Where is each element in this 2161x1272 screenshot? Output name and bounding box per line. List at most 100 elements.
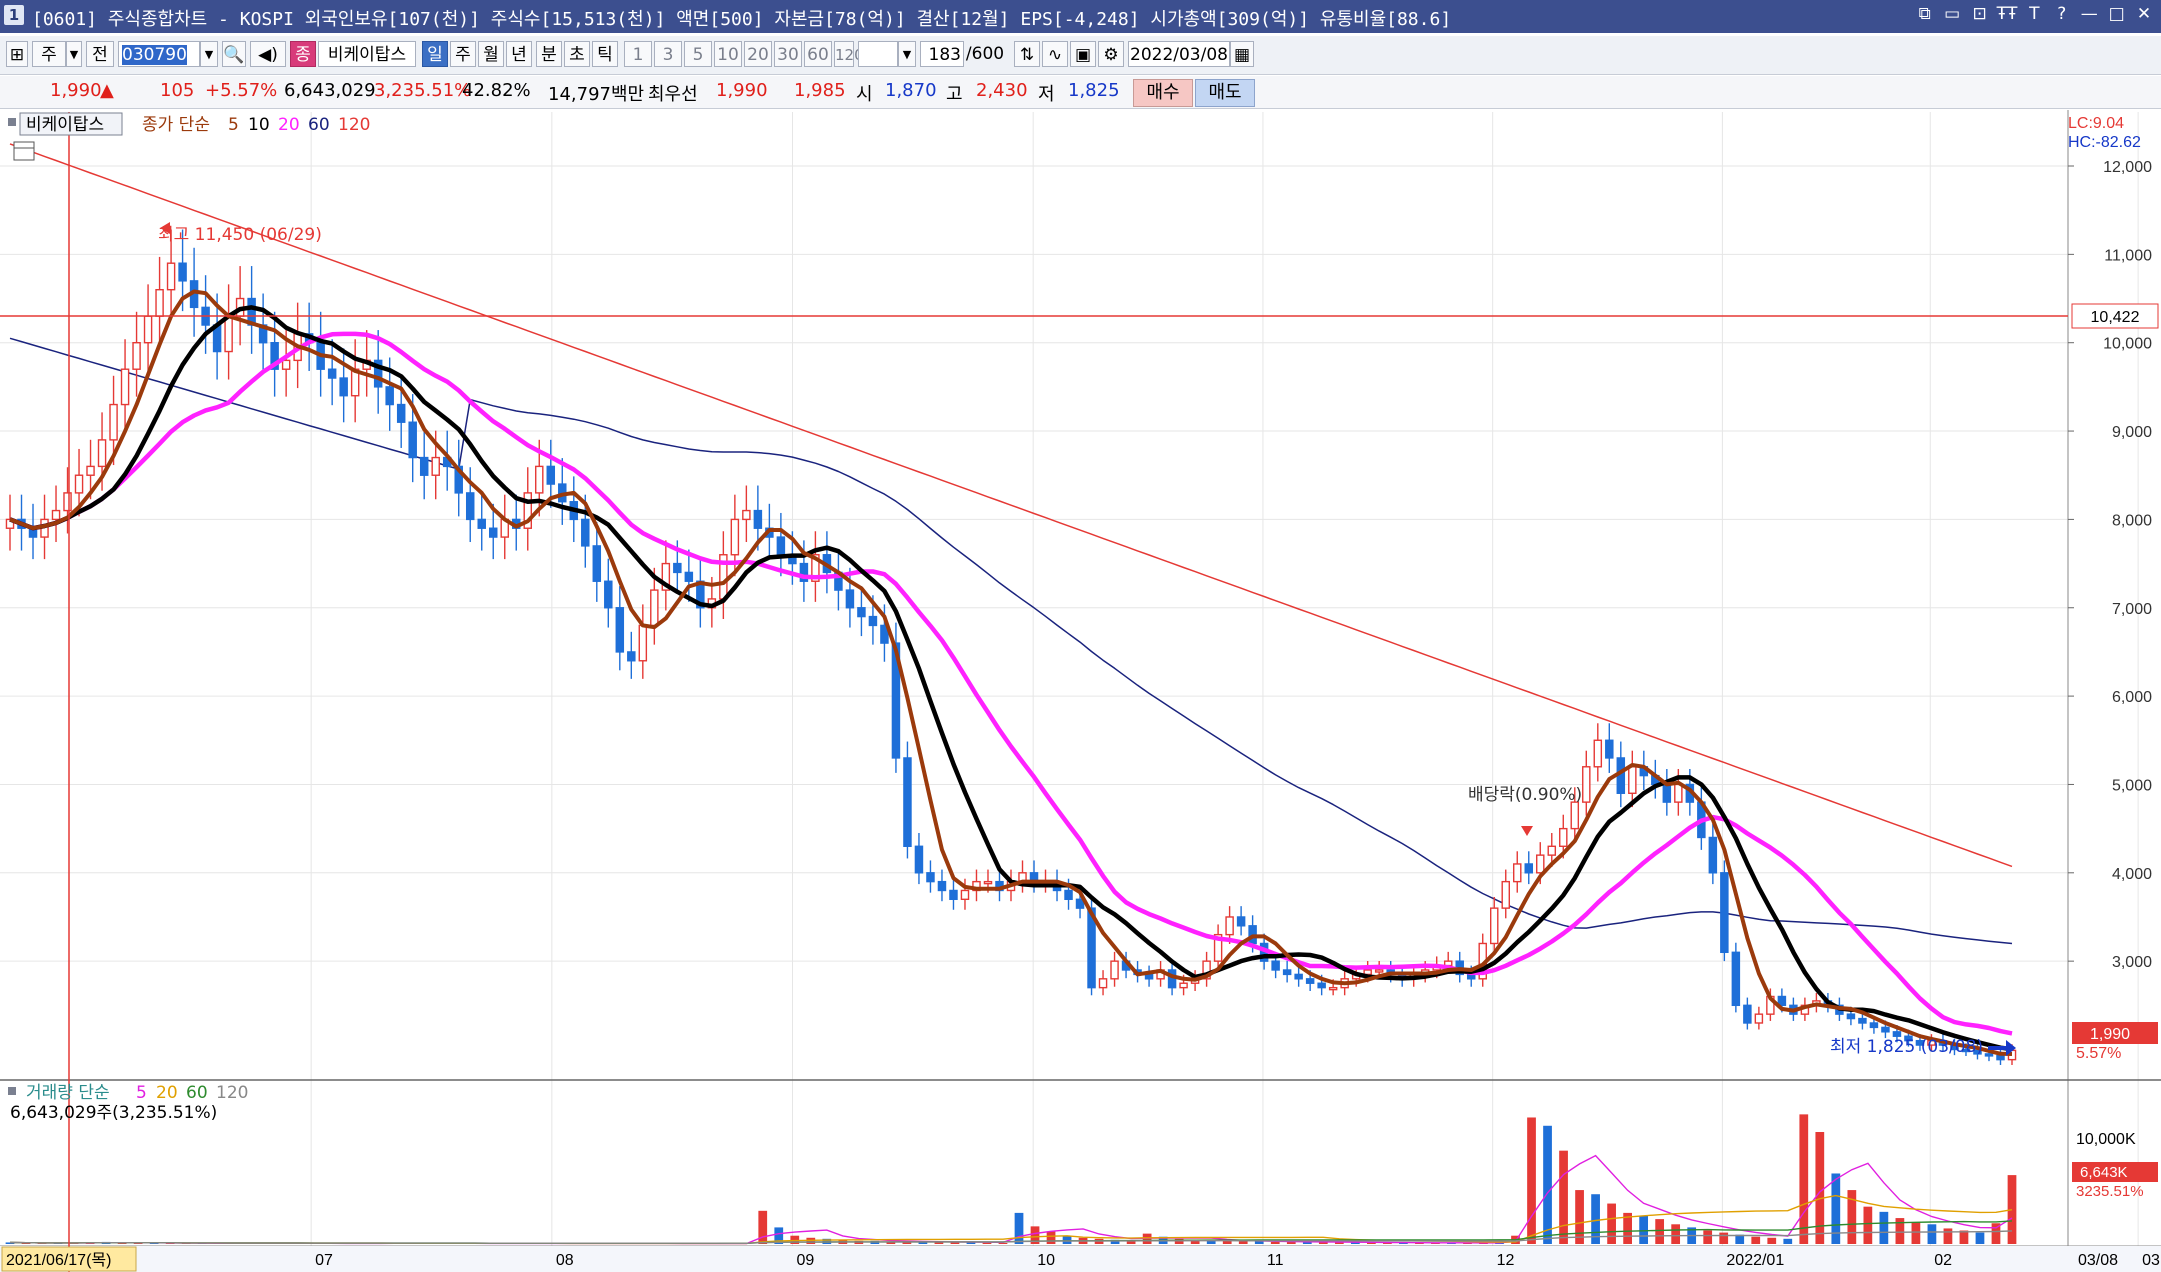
candle-down (581, 518, 590, 547)
legend-ma5: 5 (228, 115, 239, 135)
speaker-icon[interactable]: ◀) (250, 41, 286, 67)
candle-up (535, 465, 544, 494)
candle-down (776, 536, 786, 556)
candle-down (339, 377, 348, 397)
indicator-icon[interactable]: ⇅ (1014, 41, 1040, 67)
month-tick-label: 12 (1497, 1252, 1515, 1269)
minimize-button[interactable]: — (2078, 4, 2100, 24)
tab-minute[interactable]: 분 (536, 41, 562, 67)
candle-down (684, 571, 694, 582)
candle-down (178, 262, 187, 282)
priority-label: 최우선 (648, 84, 698, 105)
candle-up (650, 589, 659, 627)
layout-icon[interactable]: ⊞ (6, 41, 28, 67)
buy-button[interactable]: 매수 (1133, 79, 1193, 107)
volume-panel-menu-icon[interactable] (8, 1087, 16, 1095)
volume-bar (1863, 1206, 1873, 1244)
legend-vma5: 5 (136, 1083, 147, 1103)
minute-1[interactable]: 1 (624, 41, 652, 67)
period-dropdown-icon[interactable]: ▼ (66, 41, 82, 67)
candle-up (431, 456, 440, 476)
candle-down (1144, 973, 1154, 980)
count-display[interactable]: 183 (920, 41, 964, 67)
code-dropdown-icon[interactable]: ▼ (200, 41, 218, 67)
period-selector[interactable]: 주 (32, 41, 66, 67)
month-tick-label: 2022/01 (1726, 1252, 1784, 1269)
candle-down (1996, 1054, 2005, 1061)
candle-up (97, 439, 107, 468)
candle-down (604, 580, 613, 609)
volume-bar (1575, 1190, 1584, 1244)
candle-down (615, 607, 625, 653)
stock-code-input[interactable]: 030790 (118, 41, 200, 67)
minute-20[interactable]: 20 (744, 41, 772, 67)
help-icon[interactable]: ? (2051, 4, 2073, 24)
volume-bar (1927, 1224, 1937, 1244)
trade-amount: 14,797백만 (548, 84, 645, 105)
trend-tool-icon[interactable]: ∿ (1042, 41, 1068, 67)
candle-down (1662, 783, 1672, 803)
tab-second[interactable]: 초 (564, 41, 590, 67)
volume-bar (1911, 1222, 1921, 1244)
stock-name-field[interactable]: 비케이탑스 (318, 41, 416, 67)
minute-30[interactable]: 30 (774, 41, 802, 67)
candle-up (1628, 766, 1637, 794)
tab-daily[interactable]: 일 (422, 41, 448, 67)
table-view-icon[interactable] (13, 141, 35, 161)
close-button[interactable]: ✕ (2133, 4, 2155, 24)
tab-tick[interactable]: 틱 (592, 41, 618, 67)
minute-60[interactable]: 60 (804, 41, 832, 67)
month-tick-label: 02 (1934, 1252, 1952, 1269)
candle-down (327, 368, 337, 379)
screen-copy-icon[interactable]: ⊡ (1969, 4, 1991, 24)
candle-down (1720, 872, 1729, 954)
minute-5[interactable]: 5 (684, 41, 712, 67)
volume-bar (1238, 1241, 1248, 1244)
custom-period-input[interactable] (858, 41, 898, 67)
candle-down (1605, 739, 1614, 759)
save-icon[interactable]: ▣ (1070, 41, 1096, 67)
tab-monthly[interactable]: 월 (478, 41, 504, 67)
volume-bar (1543, 1125, 1552, 1244)
candle-up (1501, 880, 1510, 909)
prev-button[interactable]: 전 (86, 41, 114, 67)
stock-chart[interactable]: 3,000 4,000 5,000 6,000 7,000 8,000 9,000 10,00… (0, 110, 2161, 1272)
window-title: [0601] 주식종합차트 - KOSPI 외국인보유[107(천)] 주식수[… (32, 9, 1452, 30)
calendar-icon[interactable]: ▦ (1230, 41, 1254, 67)
maximize-button[interactable]: □ (2106, 4, 2128, 24)
search-icon[interactable]: 🔍 (222, 41, 246, 67)
settings-gear-icon[interactable]: ⚙ (1098, 41, 1124, 67)
candle-down (949, 889, 958, 901)
candle-down (546, 465, 556, 485)
current-price-tag: 1,990 (2090, 1026, 2130, 1043)
candle-up (166, 262, 176, 291)
high-marker: 최고 11,450 (06/29) (158, 225, 322, 245)
volume-bar (1751, 1236, 1761, 1244)
minute-120[interactable]: 120 (834, 41, 864, 67)
current-percent-tag: 5.57% (2076, 1045, 2121, 1062)
link-window-icon[interactable]: ⧉ (1914, 4, 1936, 24)
price-change: 105 (160, 80, 195, 101)
volume-bar (1767, 1237, 1777, 1244)
sell-button[interactable]: 매도 (1195, 79, 1255, 107)
tab-yearly[interactable]: 년 (506, 41, 532, 67)
panel-menu-icon[interactable] (8, 118, 16, 126)
restore-layout-icon[interactable]: ▭ (1941, 4, 1963, 24)
volume-bar (1799, 1114, 1809, 1244)
font-size-icon[interactable]: T (2023, 4, 2045, 24)
candle-down (1282, 969, 1292, 976)
candle-up (1582, 766, 1591, 803)
candle-down (753, 509, 763, 529)
candle-up (1513, 863, 1522, 883)
date-input[interactable]: 2022/03/08 (1128, 41, 1230, 67)
pin-icon[interactable]: ŦŦ (1996, 4, 2018, 24)
minute-3[interactable]: 3 (654, 41, 682, 67)
candle-up (155, 288, 164, 317)
minute-10[interactable]: 10 (714, 41, 742, 67)
candle-up (132, 342, 141, 370)
tab-weekly[interactable]: 주 (450, 41, 476, 67)
custom-period-dropdown-icon[interactable]: ▼ (898, 41, 916, 67)
candle-up (51, 509, 61, 521)
open-price: 1,870 (885, 80, 937, 101)
title-bar: 1 [0601] 주식종합차트 - KOSPI 외국인보유[107(천)] 주식… (0, 0, 2161, 33)
